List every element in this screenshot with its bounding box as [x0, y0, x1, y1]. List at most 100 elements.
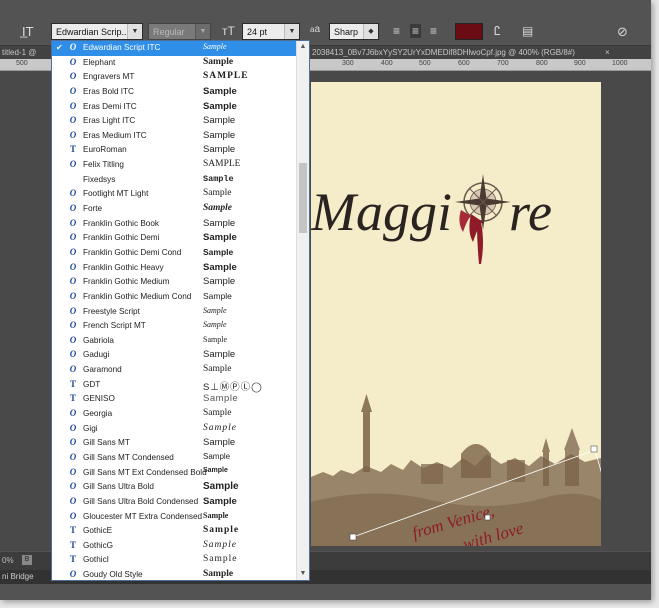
character-panel-icon[interactable]: ▤: [522, 24, 533, 38]
font-list-item[interactable]: O Goudy Old Style Sample: [52, 568, 309, 580]
scroll-up-icon[interactable]: ▲: [297, 41, 309, 53]
chevron-down-icon[interactable]: ▼: [195, 24, 210, 39]
antialias-select[interactable]: Sharp ◆: [329, 23, 379, 40]
font-list-item[interactable]: O Footlight MT Light Sample: [52, 187, 309, 202]
chevron-updown-icon[interactable]: ◆: [363, 24, 378, 39]
font-list-item[interactable]: O Eras Demi ITC Sample: [52, 100, 309, 115]
font-list-item[interactable]: O Franklin Gothic Demi Sample: [52, 231, 309, 246]
font-list-item[interactable]: O Eras Light ITC Sample: [52, 114, 309, 129]
artboard[interactable]: Maggi re from Venice, with love: [311, 82, 601, 546]
font-name: Eras Demi ITC: [83, 101, 137, 111]
text-color-swatch[interactable]: [455, 23, 483, 40]
font-sample: Sample: [203, 115, 236, 127]
font-sample: Sample: [203, 320, 227, 330]
headline-text: Maggi: [311, 182, 452, 242]
font-list-item[interactable]: O Gill Sans Ultra Bold Condensed Sample: [52, 495, 309, 510]
cancel-icon[interactable]: ⊘: [617, 24, 628, 40]
font-list-item[interactable]: O French Script MT Sample: [52, 319, 309, 334]
font-size-value: 24 pt: [247, 27, 268, 37]
antialias-value: Sharp: [334, 27, 359, 37]
ruler-label: 600: [458, 60, 470, 67]
font-list-item[interactable]: O Franklin Gothic Heavy Sample: [52, 261, 309, 276]
close-tab-icon[interactable]: ×: [605, 46, 610, 59]
font-sample: Sample: [203, 364, 232, 375]
font-name: Gadugi: [83, 350, 110, 360]
font-list-item[interactable]: T EuroRoman Sample: [52, 143, 309, 158]
font-family-select[interactable]: Edwardian Scrip... ▼: [51, 23, 143, 40]
font-list-item[interactable]: O Freestyle Script Sample: [52, 305, 309, 320]
font-list-item[interactable]: O Franklin Gothic Book Sample: [52, 217, 309, 232]
font-list-item[interactable]: T GothicE Sample: [52, 524, 309, 539]
font-list-item[interactable]: T GENISO Sample: [52, 392, 309, 407]
font-list-item[interactable]: ✔ O Edwardian Script ITC Sample: [52, 41, 309, 56]
font-size-select[interactable]: 24 pt ▼: [242, 23, 300, 40]
font-list-item[interactable]: O Gill Sans MT Sample: [52, 436, 309, 451]
artwork-illustration: Maggi re from Venice, with love: [311, 174, 601, 546]
chevron-down-icon[interactable]: ▼: [127, 24, 142, 39]
font-list-item[interactable]: O Gill Sans MT Ext Condensed Bold Sample: [52, 466, 309, 481]
font-list-item[interactable]: O Georgia Sample: [52, 407, 309, 422]
font-list-item[interactable]: T GothicG Sample: [52, 539, 309, 554]
font-list-item[interactable]: O Engravers MT SAMPLE: [52, 70, 309, 85]
panel-dock: [0, 584, 651, 600]
font-list-item[interactable]: O Forte Sample: [52, 202, 309, 217]
font-list: ✔ O Edwardian Script ITC Sample O Elephant Sam…: [52, 41, 309, 580]
scroll-thumb[interactable]: [299, 163, 307, 233]
font-sample: Sample: [203, 451, 231, 461]
font-style-select[interactable]: Regular ▼: [148, 23, 211, 40]
document-tab-2[interactable]: 2038413_0Bv7J6bxYySY2UrYxDMEDif8DHlwoCpf…: [312, 46, 575, 59]
font-name: Forte: [83, 204, 103, 214]
font-list-item[interactable]: T GothicI Sample: [52, 553, 309, 568]
font-list-item[interactable]: O Gabriola Sample: [52, 334, 309, 349]
font-name: Freestyle Script: [83, 306, 140, 316]
opentype-icon: O: [69, 510, 77, 521]
font-sample: Sample: [203, 246, 234, 257]
font-sample: Sample: [203, 525, 240, 536]
align-right-icon[interactable]: ≡: [430, 24, 437, 38]
type-tool-icon[interactable]: I̲T: [22, 24, 34, 39]
opentype-icon: O: [69, 334, 77, 345]
font-sample: Sample: [203, 290, 232, 301]
font-list-item[interactable]: O Elephant Sample: [52, 56, 309, 71]
font-list-item[interactable]: O Garamond Sample: [52, 363, 309, 378]
opentype-icon: O: [69, 188, 77, 199]
opentype-icon: O: [69, 408, 77, 419]
align-left-icon[interactable]: ≡: [393, 24, 400, 38]
dropdown-scrollbar[interactable]: ▲ ▼: [296, 41, 309, 580]
font-sample: Sample: [203, 481, 239, 493]
font-list-item[interactable]: O Gloucester MT Extra Condensed Sample: [52, 510, 309, 525]
font-list-item[interactable]: O Gigi Sample: [52, 422, 309, 437]
font-list-item[interactable]: T GDT S⊥ⓂⓅⓁ◯: [52, 378, 309, 393]
font-sample: Sample: [203, 217, 236, 229]
font-name: Engravers MT: [83, 72, 135, 82]
font-list-item[interactable]: O Eras Medium ITC Sample: [52, 129, 309, 144]
font-family-dropdown[interactable]: ✔ O Edwardian Script ITC Sample O Elephant Sam…: [51, 40, 310, 581]
align-center-icon[interactable]: ≡: [410, 24, 422, 38]
opentype-icon: O: [69, 115, 77, 126]
font-list-item[interactable]: O Gill Sans Ultra Bold Sample: [52, 480, 309, 495]
font-list-item[interactable]: O Gadugi Sample: [52, 348, 309, 363]
font-list-item[interactable]: O Gill Sans MT Condensed Sample: [52, 451, 309, 466]
document-tab-1[interactable]: titled-1 @: [2, 46, 36, 59]
font-list-item[interactable]: O Felix Titling SAMPLE: [52, 158, 309, 173]
font-list-item[interactable]: O Franklin Gothic Medium Sample: [52, 275, 309, 290]
font-list-item[interactable]: O Franklin Gothic Medium Cond Sample: [52, 290, 309, 305]
opentype-icon: O: [69, 495, 77, 506]
font-sample: Sample: [203, 129, 236, 141]
font-name: Franklin Gothic Demi: [83, 233, 160, 243]
font-list-item[interactable]: O Franklin Gothic Demi Cond Sample: [52, 246, 309, 261]
zoom-level[interactable]: 0%: [2, 556, 14, 565]
opentype-icon: O: [69, 437, 77, 448]
scroll-down-icon[interactable]: ▼: [297, 568, 309, 580]
chevron-down-icon[interactable]: ▼: [284, 24, 299, 39]
font-name: Gill Sans MT: [83, 438, 130, 448]
font-list-item[interactable]: Fixedsys Sample: [52, 173, 309, 188]
font-name: Franklin Gothic Medium Cond: [83, 291, 192, 301]
font-sample: Sample: [203, 276, 236, 288]
warp-text-icon[interactable]: Ꮭ: [494, 24, 501, 39]
font-list-item[interactable]: O Eras Bold ITC Sample: [52, 85, 309, 100]
bridge-icon[interactable]: B: [22, 555, 32, 565]
opentype-icon: O: [69, 349, 77, 360]
font-sample: Sample: [203, 437, 236, 449]
font-sample: Sample: [203, 305, 227, 315]
